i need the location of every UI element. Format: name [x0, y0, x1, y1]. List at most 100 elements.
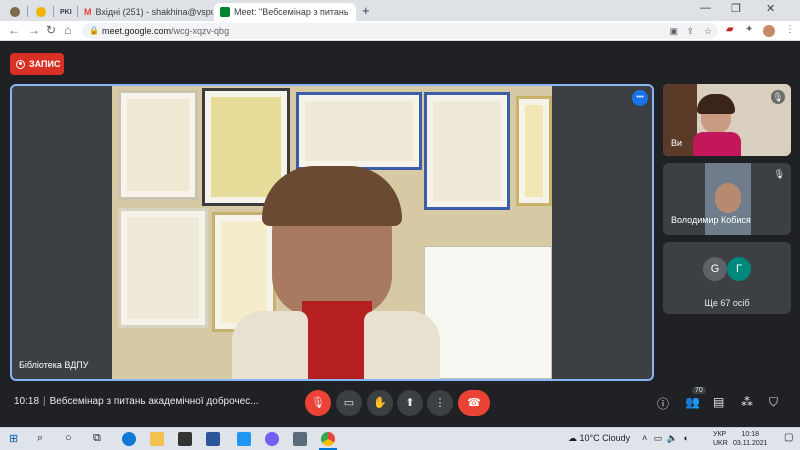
search-icon[interactable]: ⌕ [37, 432, 43, 445]
host-controls-button[interactable]: ⛉ [769, 395, 778, 410]
address-bar[interactable]: 🔒 meet.google.com/wcg-xqzv-qbg ▣ ⇪ ☆ [82, 23, 718, 39]
chrome-icon[interactable] [321, 432, 335, 446]
tab-label: Вхідні (251) - shakhina@vspu.edu [95, 7, 214, 17]
raise-hand-button[interactable]: ✋ [367, 390, 393, 416]
show-hidden-icons-icon[interactable]: ˄ [642, 433, 647, 443]
browser-toolbar: ← → ↻ ⌂ 🔒 meet.google.com/wcg-xqzv-qbg ▣… [0, 21, 800, 41]
profile-avatar[interactable] [763, 25, 775, 37]
bookmark-star-icon[interactable]: ☆ [704, 23, 712, 39]
word-icon[interactable] [206, 432, 220, 446]
participant-name: Володимир Кобися [671, 215, 751, 225]
show-everyone-button[interactable]: 👥 [685, 395, 700, 409]
taskbar-clock[interactable]: 10:18 03.11.2021 [733, 430, 768, 448]
people-count-badge: 70 [692, 387, 706, 394]
meet-icon [220, 7, 230, 17]
reload-icon[interactable]: ↻ [46, 23, 56, 37]
task-view-icon[interactable]: ⧉ [93, 432, 101, 445]
mic-off-icon: 🎙 [311, 397, 325, 409]
share-icon[interactable]: ⇪ [686, 23, 694, 39]
viber-icon[interactable] [265, 432, 279, 446]
notifications-icon[interactable]: ▢ [784, 432, 793, 443]
participant-avatar: G [703, 257, 727, 281]
windows-start-icon[interactable]: ⊞ [9, 432, 18, 445]
speaker-vest-left [232, 311, 308, 379]
hang-up-icon: ☎ [467, 397, 481, 409]
lang-top: УКР [713, 431, 727, 438]
certificate-frame [296, 92, 422, 170]
cortana-icon[interactable]: ○ [65, 432, 72, 444]
home-icon[interactable]: ⌂ [64, 23, 71, 37]
meeting-info: 10:18 | Вебсемінар з питань академічної до… [14, 396, 259, 407]
tab-favicon-icon [10, 7, 20, 17]
mic-toggle-button[interactable]: 🎙 [305, 390, 331, 416]
recording-button[interactable]: ЗАПИС [10, 53, 64, 75]
present-icon: ⬆ [405, 397, 415, 409]
shield-icon: ⛉ [769, 395, 779, 409]
hand-icon: ✋ [373, 397, 387, 409]
chat-button[interactable]: ▤ [713, 395, 724, 409]
self-hair [697, 94, 735, 114]
extensions-puzzle-icon[interactable]: ✦ [745, 24, 753, 35]
app-icon[interactable] [237, 432, 251, 446]
meeting-details-button[interactable]: ⓘ [657, 395, 669, 412]
speaker-icon[interactable]: 🔈 [667, 433, 678, 443]
network-icon[interactable]: ▭ [654, 433, 663, 443]
browser-tab-strip: PKI M Вхідні (251) - shakhina@vspu.edu M… [0, 0, 800, 21]
minimize-icon[interactable]: — [700, 2, 711, 14]
activities-icon: ⁂ [741, 395, 753, 409]
file-explorer-icon[interactable] [150, 432, 164, 446]
new-tab-button[interactable]: + [362, 3, 370, 18]
windows-taskbar: ⊞ ⌕ ○ ⧉ ☁ 10°C Cloudy ˄ ▭ 🔈 ◖ УКР UKR 10… [0, 427, 800, 450]
leave-call-button[interactable]: ☎ [458, 390, 490, 416]
more-participants-tile[interactable]: G Г Ще 67 осіб [663, 242, 791, 314]
edge-icon[interactable] [122, 432, 136, 446]
record-icon [16, 59, 25, 69]
present-screen-button[interactable]: ⬆ [397, 390, 423, 416]
lang-bottom: UKR [713, 440, 728, 447]
more-options-button[interactable]: ⋮ [427, 390, 453, 416]
certificate-frame [516, 96, 552, 206]
url-path: /wcg-xqzv-qbg [171, 26, 230, 36]
language-indicator[interactable]: УКР UKR [713, 430, 728, 448]
tab-gmail-inbox[interactable]: M Вхідні (251) - shakhina@vspu.edu [78, 3, 213, 21]
tab-label: PKI [60, 8, 72, 16]
speaker-video [112, 86, 552, 379]
info-icon: ⓘ [657, 397, 670, 411]
back-arrow-icon[interactable]: ← [8, 23, 20, 37]
mic-off-icon: 🎙 [771, 90, 785, 104]
tab-pinned-pki[interactable]: PKI [54, 3, 76, 21]
speaker-vest-right [364, 311, 440, 379]
speaker-red-sweater [302, 301, 372, 379]
speaker-name-label: Бібліотека ВДПУ [19, 360, 89, 370]
activities-button[interactable]: ⁂ [741, 395, 753, 409]
tab-favicon-icon [36, 7, 46, 17]
people-icon: 👥 [685, 395, 700, 409]
lock-icon: 🔒 [89, 26, 99, 35]
clock-date: 03.11.2021 [733, 440, 768, 447]
forward-arrow-icon[interactable]: → [28, 23, 40, 37]
meet-call-area: ЗАПИС ••• Бібліотека ВДПУ 🎙 Ви 🎙 Володим… [0, 41, 800, 427]
tab-pinned-2[interactable] [30, 3, 52, 21]
volume-icon[interactable]: ◖ [683, 433, 688, 443]
camera-in-use-icon[interactable]: ▣ [669, 23, 678, 39]
tab-divider [27, 6, 28, 17]
weather-widget[interactable]: ☁ 10°C Cloudy [568, 433, 630, 444]
camera-toggle-button[interactable]: ▭ [336, 390, 362, 416]
extension-icon[interactable]: ▰ [726, 24, 734, 35]
chat-icon: ▤ [713, 395, 725, 409]
menu-kebab-icon[interactable]: ⋮ [785, 24, 795, 35]
store-icon[interactable] [178, 432, 192, 446]
main-speaker-tile[interactable]: ••• Бібліотека ВДПУ [10, 84, 654, 381]
calculator-icon[interactable] [293, 432, 307, 446]
maximize-icon[interactable]: ❐ [731, 2, 741, 15]
self-view-tile[interactable]: 🎙 Ви [663, 84, 791, 156]
tab-google-meet[interactable]: Meet: "Вебсемінар з питань ✕ [214, 3, 356, 21]
close-window-icon[interactable]: ✕ [766, 2, 775, 15]
speaker-hair [262, 166, 402, 226]
tab-pinned-1[interactable] [4, 3, 26, 21]
others-count-label: Ще 67 осіб [704, 298, 750, 308]
more-vert-icon: ⋮ [434, 397, 446, 409]
meeting-title: Вебсемінар з питань академічної доброчес… [49, 396, 259, 407]
system-tray[interactable]: ˄ ▭ 🔈 ◖ [642, 433, 688, 444]
participant-tile[interactable]: 🎙 Володимир Кобися [663, 163, 791, 235]
